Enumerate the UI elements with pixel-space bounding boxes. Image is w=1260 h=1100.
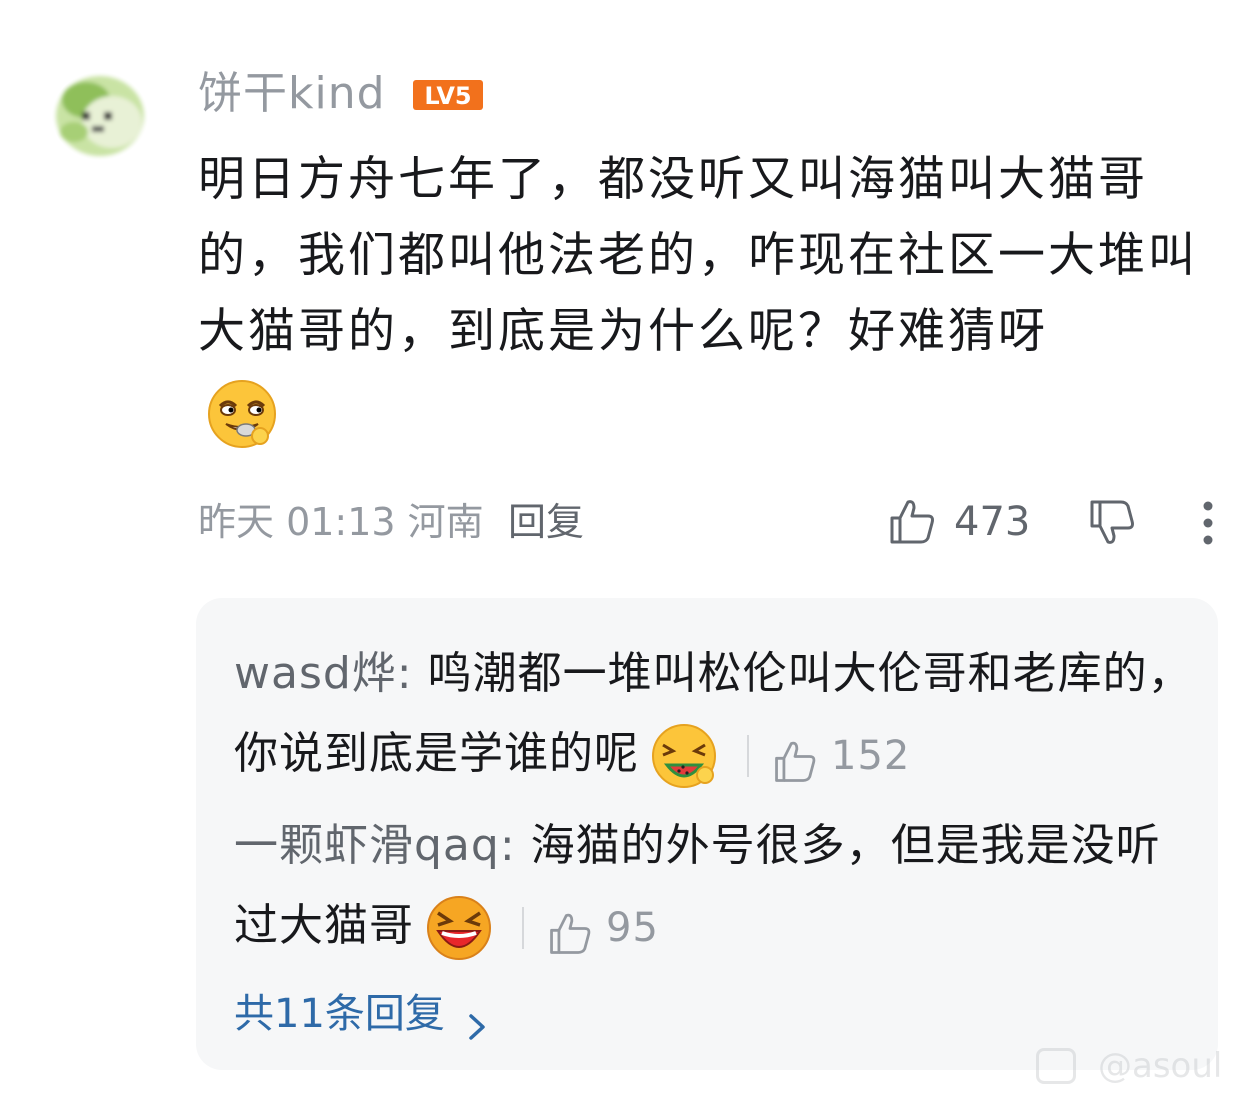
view-all-replies-link[interactable]: 共11条回复 [234,986,491,1042]
watermark: @asoul [1036,1044,1236,1088]
reply-preview-box: wasd烨: 鸣潮都一堆叫松伦叫大伦哥和老库的，你说到底是学谁的呢 152 一颗… [196,598,1218,1070]
username[interactable]: 饼干kind [198,66,386,122]
comment-text: 明日方舟七年了，都没听又叫海猫叫大猫哥的，我们都叫他法老的，咋现在社区一大堆叫大… [198,152,1198,359]
thumbs-up-icon[interactable] [771,732,819,782]
total-replies-label: 共11条回复 [234,991,445,1037]
chevron-right-icon [465,1001,491,1040]
sub-reply-like-count: 152 [831,733,911,779]
thumbs-up-icon[interactable] [886,496,938,548]
watermark-logo-icon [1036,1048,1076,1084]
divider [522,907,524,949]
reply-button[interactable]: 回复 [508,492,584,552]
thumbs-up-icon[interactable] [546,904,594,954]
comment-meta: 昨天 01:13 河南 回复 473 [198,492,1228,552]
comment-time-location: 昨天 01:13 河南 [198,500,484,544]
level-badge-text: LV5 [424,82,471,110]
sub-reply-like-count: 95 [606,905,659,951]
thumbs-down-icon[interactable] [1086,496,1138,548]
smirk-emoji-icon [206,378,278,450]
watermark-text: @asoul [1098,1046,1223,1086]
avatar[interactable] [52,72,148,160]
sub-reply-1[interactable]: wasd烨: 鸣潮都一堆叫松伦叫大伦哥和老库的，你说到底是学谁的呢 152 [234,634,1194,796]
sub-reply-username[interactable]: wasd烨: [234,648,413,699]
like-count: 473 [954,499,1031,545]
laughing-emoji-icon [424,893,494,963]
more-options-icon[interactable] [1196,498,1220,548]
level-badge: LV5 [412,78,484,112]
divider [747,735,749,777]
sub-reply-username[interactable]: 一颗虾滑qaq: [234,820,516,871]
sub-reply-2[interactable]: 一颗虾滑qaq: 海猫的外号很多，但是我是没听过大猫哥 95 [234,806,1194,968]
watermelon-emoji-icon [649,721,719,791]
